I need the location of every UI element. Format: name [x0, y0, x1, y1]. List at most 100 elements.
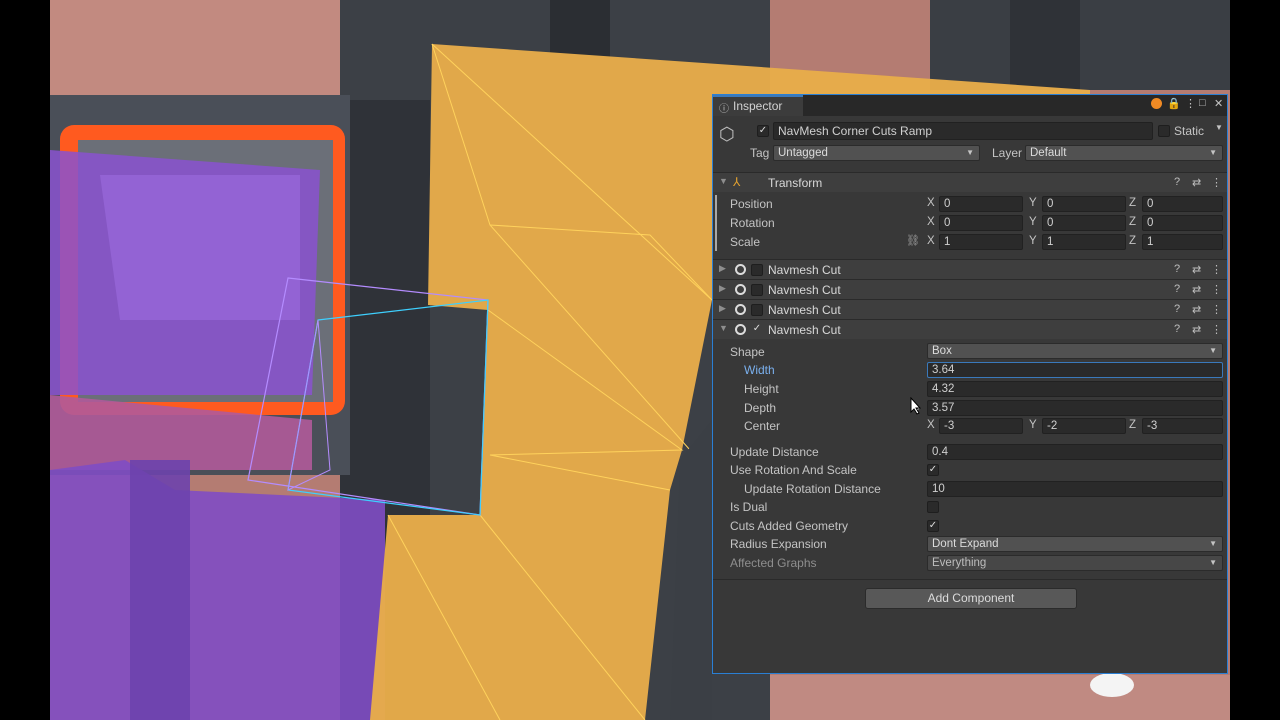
presets-icon[interactable]: ⇄ [1192, 323, 1201, 336]
chevron-down-icon: ▼ [1209, 558, 1217, 567]
is-dual-checkbox[interactable] [927, 501, 939, 513]
help-icon[interactable]: ? [1174, 303, 1180, 315]
axis-z-label: Z [1129, 235, 1137, 247]
object-name-field[interactable]: NavMesh Corner Cuts Ramp [773, 122, 1153, 140]
inspector-titlebar: ⓘ Inspector 🔒 ⋮ □ ✕ [713, 95, 1227, 116]
help-icon[interactable]: ? [1174, 323, 1180, 335]
more-options-icon[interactable]: ⋮ [1211, 283, 1222, 296]
layer-value: Default [1030, 147, 1067, 159]
tab-inspector[interactable]: ⓘ Inspector [713, 95, 803, 116]
rotation-y-field[interactable]: 0 [1042, 215, 1126, 231]
axis-z-label: Z [1129, 197, 1137, 209]
navmesh-cut-header-1[interactable]: ▶ Navmesh Cut ? ⇄ ⋮ [713, 259, 1227, 279]
shape-dropdown[interactable]: Box ▼ [927, 343, 1223, 359]
more-options-icon[interactable]: ⋮ [1211, 176, 1222, 189]
radius-expansion-dropdown[interactable]: Dont Expand ▼ [927, 536, 1223, 552]
position-label: Position [730, 197, 773, 211]
axis-z-label: Z [1129, 216, 1137, 228]
foldout-collapsed-icon[interactable]: ▶ [719, 303, 726, 314]
position-z-field[interactable]: 0 [1142, 196, 1223, 212]
depth-field[interactable]: 3.57 [927, 400, 1223, 416]
transform-header[interactable]: ▼ ⅄ Transform ? ⇄ ⋮ [713, 172, 1227, 192]
use-rotation-checkbox[interactable]: ✓ [927, 464, 939, 476]
height-field[interactable]: 4.32 [927, 381, 1223, 397]
rotation-label: Rotation [730, 216, 775, 230]
center-row: Center X -3 Y -2 Z -3 [713, 417, 1227, 436]
width-label: Width [744, 363, 775, 377]
chevron-down-icon: ▼ [966, 148, 974, 157]
more-options-icon[interactable]: ⋮ [1211, 303, 1222, 316]
rotation-x-field[interactable]: 0 [939, 215, 1023, 231]
chevron-down-icon: ▼ [1209, 148, 1217, 157]
static-checkbox[interactable] [1158, 125, 1170, 137]
center-x-field[interactable]: -3 [939, 418, 1023, 434]
foldout-collapsed-icon[interactable]: ▶ [719, 263, 726, 274]
navmesh-cut-enabled-checkbox[interactable] [751, 284, 763, 296]
position-x-field[interactable]: 0 [939, 196, 1023, 212]
navmesh-cut-enabled-checkbox[interactable]: ✓ [751, 324, 763, 336]
navmesh-cut-title: Navmesh Cut [768, 303, 841, 317]
center-z-field[interactable]: -3 [1142, 418, 1223, 434]
shape-row: Shape Box ▼ [713, 343, 1227, 362]
radius-expansion-value: Dont Expand [932, 538, 999, 550]
presets-icon[interactable]: ⇄ [1192, 176, 1201, 189]
constrain-proportions-icon[interactable]: ⛓ [906, 234, 920, 247]
is-dual-label: Is Dual [730, 500, 768, 514]
center-y-field[interactable]: -2 [1042, 418, 1126, 434]
transform-icon: ⅄ [733, 175, 741, 189]
close-icon[interactable]: ✕ [1214, 97, 1223, 110]
presets-icon[interactable]: ⇄ [1192, 283, 1201, 296]
cuts-added-geometry-checkbox[interactable]: ✓ [927, 520, 939, 532]
maximize-icon[interactable]: □ [1199, 97, 1206, 109]
affected-graphs-label: Affected Graphs [730, 556, 817, 570]
rotation-z-field[interactable]: 0 [1142, 215, 1223, 231]
cube-icon[interactable]: ⬡ [719, 124, 735, 145]
radius-expansion-row: Radius Expansion Dont Expand ▼ [713, 535, 1227, 554]
navmesh-cut-icon [735, 284, 746, 295]
navmesh-cut-icon [735, 264, 746, 275]
foldout-expanded-icon[interactable]: ▼ [719, 323, 728, 333]
depth-row: Depth 3.57 ⇔ [713, 399, 1227, 418]
update-rotation-distance-row: Update Rotation Distance 10 [713, 480, 1227, 499]
position-y-field[interactable]: 0 [1042, 196, 1126, 212]
update-rotation-distance-field[interactable]: 10 [927, 481, 1223, 497]
scale-y-field[interactable]: 1 [1042, 234, 1126, 250]
object-active-checkbox[interactable]: ✓ [757, 125, 769, 137]
axis-x-label: X [927, 235, 935, 247]
foldout-expanded-icon[interactable]: ▼ [719, 176, 728, 186]
static-dropdown-arrow-icon[interactable]: ▼ [1215, 123, 1223, 132]
cuts-added-geometry-row: Cuts Added Geometry ✓ [713, 517, 1227, 536]
help-icon[interactable]: ? [1174, 176, 1180, 188]
width-field[interactable]: 3.64 [927, 362, 1223, 378]
scale-x-field[interactable]: 1 [939, 234, 1023, 250]
position-row: Position X 0 Y 0 Z 0 [713, 195, 1227, 214]
more-options-icon[interactable]: ⋮ [1185, 97, 1196, 110]
info-icon: ⓘ [719, 104, 729, 115]
window-status-dot-icon[interactable] [1151, 98, 1162, 109]
layer-dropdown[interactable]: Default ▼ [1025, 145, 1223, 161]
help-icon[interactable]: ? [1174, 283, 1180, 295]
navmesh-cut-header-2[interactable]: ▶ Navmesh Cut ? ⇄ ⋮ [713, 279, 1227, 299]
update-distance-field[interactable]: 0.4 [927, 444, 1223, 460]
affected-graphs-dropdown[interactable]: Everything ▼ [927, 555, 1223, 571]
navmesh-cut-header-3[interactable]: ▶ Navmesh Cut ? ⇄ ⋮ [713, 299, 1227, 319]
update-distance-row: Update Distance 0.4 [713, 443, 1227, 462]
presets-icon[interactable]: ⇄ [1192, 303, 1201, 316]
navmesh-cut-enabled-checkbox[interactable] [751, 264, 763, 276]
add-component-button[interactable]: Add Component [865, 588, 1077, 609]
tag-dropdown[interactable]: Untagged ▼ [773, 145, 980, 161]
foldout-collapsed-icon[interactable]: ▶ [719, 283, 726, 294]
more-options-icon[interactable]: ⋮ [1211, 263, 1222, 276]
more-options-icon[interactable]: ⋮ [1211, 323, 1222, 336]
axis-y-label: Y [1029, 419, 1037, 431]
shape-label: Shape [730, 345, 765, 359]
help-icon[interactable]: ? [1174, 263, 1180, 275]
scale-row: Scale ⛓ X 1 Y 1 Z 1 [713, 233, 1227, 252]
static-label: Static [1174, 124, 1205, 138]
navmesh-cut-enabled-checkbox[interactable] [751, 304, 763, 316]
presets-icon[interactable]: ⇄ [1192, 263, 1201, 276]
transform-title: Transform [768, 176, 823, 190]
navmesh-cut-header-4[interactable]: ▼ ✓ Navmesh Cut ? ⇄ ⋮ [713, 319, 1227, 339]
lock-icon[interactable]: 🔒 [1167, 97, 1181, 110]
scale-z-field[interactable]: 1 [1142, 234, 1223, 250]
